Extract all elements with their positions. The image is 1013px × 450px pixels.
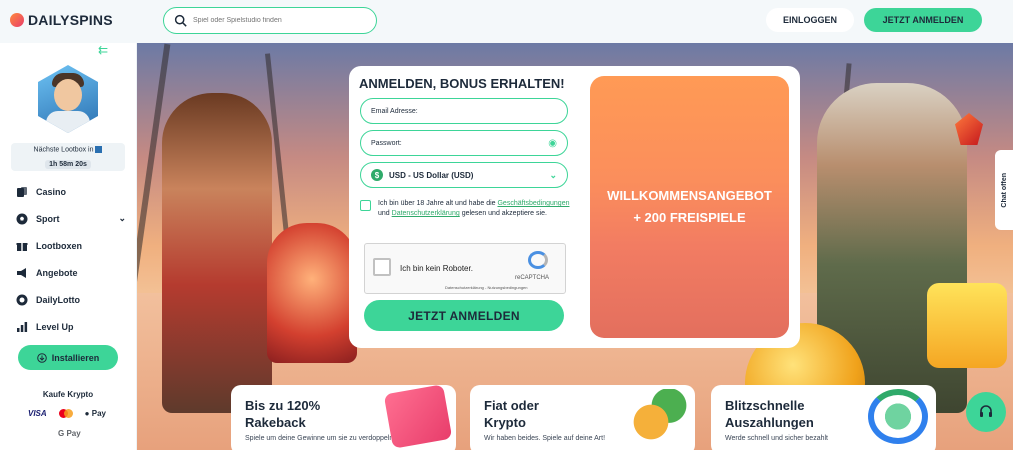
soccer-ball-icon	[16, 213, 28, 224]
feature-card-rakeback[interactable]: Bis zu 120% Rakeback Spiele um deine Gew…	[231, 384, 456, 450]
terms-text-2: und	[378, 210, 390, 217]
lootbox-label: Nächste Lootbox in	[33, 146, 94, 154]
form-title: ANMELDEN, BONUS ERHALTEN!	[359, 76, 565, 91]
login-button[interactable]: EINLOGGEN	[766, 8, 854, 32]
eye-icon[interactable]: ◉	[548, 138, 557, 149]
hero-character-fox	[267, 223, 357, 363]
hero-character-woman	[162, 93, 272, 413]
terms-checkbox[interactable]	[360, 200, 371, 211]
apple-pay-logo[interactable]: ● Pay	[85, 409, 106, 418]
terms-consent: Ich bin über 18 Jahre alt und habe die G…	[360, 199, 570, 219]
search-input[interactable]	[193, 17, 363, 24]
chat-open-label: Chat offen	[1000, 172, 1008, 208]
sidebar-item-lootboxen[interactable]: Lootboxen	[16, 232, 126, 259]
visa-logo[interactable]: VISA	[28, 409, 47, 418]
buy-crypto-title: Kaufe Krypto	[42, 390, 94, 399]
collapse-sidebar-icon[interactable]: ⇇	[98, 43, 108, 57]
google-pay-logo[interactable]: G Pay	[58, 429, 81, 438]
apple-pay-label: Pay	[89, 409, 106, 418]
sidebar-item-label: DailyLotto	[36, 294, 80, 305]
install-button[interactable]: Installieren	[18, 345, 118, 370]
sidebar-item-dailylotto[interactable]: DailyLotto	[16, 286, 126, 313]
chevron-down-icon[interactable]: ⌄	[118, 213, 126, 224]
crypto-coins-icon	[627, 389, 687, 444]
avatar-face	[54, 79, 82, 111]
sidebar-item-angebote[interactable]: Angebote	[16, 259, 126, 286]
logo[interactable]: DAILYSPINS	[10, 12, 113, 28]
lootbox-timer: Nächste Lootbox in 1h 58m 20s	[11, 143, 125, 171]
password-field[interactable]: Passwort: ◉	[360, 130, 568, 156]
top-header: DAILYSPINS EINLOGGEN JETZT ANMELDEN	[0, 0, 1013, 43]
recaptcha-widget: Ich bin kein Roboter. reCAPTCHA Datensch…	[364, 243, 566, 294]
register-button[interactable]: JETZT ANMELDEN	[864, 8, 982, 32]
recaptcha-logo-icon	[528, 251, 548, 269]
sidebar-item-label: Casino	[36, 186, 67, 197]
submit-register-button[interactable]: JETZT ANMELDEN	[364, 300, 564, 331]
fast-payout-icon	[868, 389, 928, 444]
recaptcha-checkbox[interactable]	[373, 258, 391, 276]
download-icon	[36, 352, 47, 363]
gift-icon	[16, 242, 28, 251]
megaphone-icon	[17, 267, 26, 278]
sidebar-item-label: Level Up	[36, 321, 74, 332]
sidebar-item-label: Sport	[36, 213, 60, 224]
feature-card-payouts[interactable]: Blitzschnelle Auszahlungen Werde schnell…	[711, 385, 936, 450]
lootbox-time: 1h 58m 20s	[45, 160, 91, 170]
bar-chart-icon	[17, 321, 28, 332]
promo-line-2: + 200 FREISPIELE	[633, 210, 746, 225]
sidebar-item-casino[interactable]: Casino	[16, 178, 126, 205]
support-chat-button[interactable]	[966, 392, 1006, 432]
search-bar[interactable]	[163, 7, 377, 34]
privacy-link[interactable]: Datenschutzerklärung	[392, 210, 460, 217]
dollar-icon: $	[371, 169, 383, 181]
lotto-ball-icon	[16, 294, 28, 305]
terms-text-1: Ich bin über 18 Jahre alt und habe die	[378, 200, 496, 207]
registration-card: ANMELDEN, BONUS ERHALTEN! Email Adresse:…	[349, 66, 800, 348]
chat-open-tab[interactable]: Chat offen	[995, 150, 1013, 230]
wallet-icon	[383, 384, 453, 449]
password-placeholder: Passwort:	[371, 139, 402, 147]
recaptcha-brand: reCAPTCHA	[515, 275, 550, 281]
terms-text: Ich bin über 18 Jahre alt und habe die G…	[378, 199, 570, 219]
logo-text: DAILYSPINS	[28, 12, 113, 28]
sidebar-item-levelup[interactable]: Level Up	[16, 313, 126, 340]
robot-mascot	[927, 283, 1007, 368]
avatar-body	[46, 111, 90, 133]
install-label: Installieren	[51, 352, 100, 363]
payment-methods: VISA ● Pay	[28, 409, 106, 418]
info-icon[interactable]	[95, 146, 103, 153]
email-field[interactable]: Email Adresse:	[360, 98, 568, 124]
headset-icon	[980, 405, 992, 417]
search-icon	[174, 14, 187, 27]
welcome-offer-banner: WILLKOMMENSANGEBOT + 200 FREISPIELE	[590, 76, 789, 338]
sidebar-nav: Casino Sport ⌄ Lootboxen Angebote DailyL…	[16, 178, 126, 340]
recaptcha-legal[interactable]: Datenschutzerklärung - Nutzungsbedingung…	[445, 285, 528, 290]
logo-mark-icon	[10, 13, 24, 27]
sidebar-item-sport[interactable]: Sport ⌄	[16, 205, 126, 232]
casino-icon	[17, 186, 27, 197]
email-placeholder: Email Adresse:	[371, 107, 418, 115]
sidebar-item-label: Lootboxen	[36, 240, 82, 251]
sidebar-item-label: Angebote	[36, 267, 78, 278]
terms-link[interactable]: Geschäftsbedingungen	[497, 200, 569, 207]
promo-line-1: WILLKOMMENSANGEBOT	[607, 188, 772, 203]
mastercard-logo[interactable]	[58, 409, 73, 418]
terms-text-3: gelesen und akzeptiere sie.	[461, 210, 547, 217]
currency-select[interactable]: $ USD - US Dollar (USD) ⌄	[360, 162, 568, 188]
currency-value: USD - US Dollar (USD)	[389, 170, 474, 180]
chevron-down-icon: ⌄	[549, 169, 557, 180]
feature-card-fiat-crypto[interactable]: Fiat oder Krypto Wir haben beides. Spiel…	[470, 385, 695, 450]
recaptcha-label: Ich bin kein Roboter.	[400, 264, 473, 273]
avatar[interactable]	[38, 65, 98, 133]
sidebar: ⇇ Nächste Lootbox in 1h 58m 20s Casino S…	[0, 43, 136, 450]
